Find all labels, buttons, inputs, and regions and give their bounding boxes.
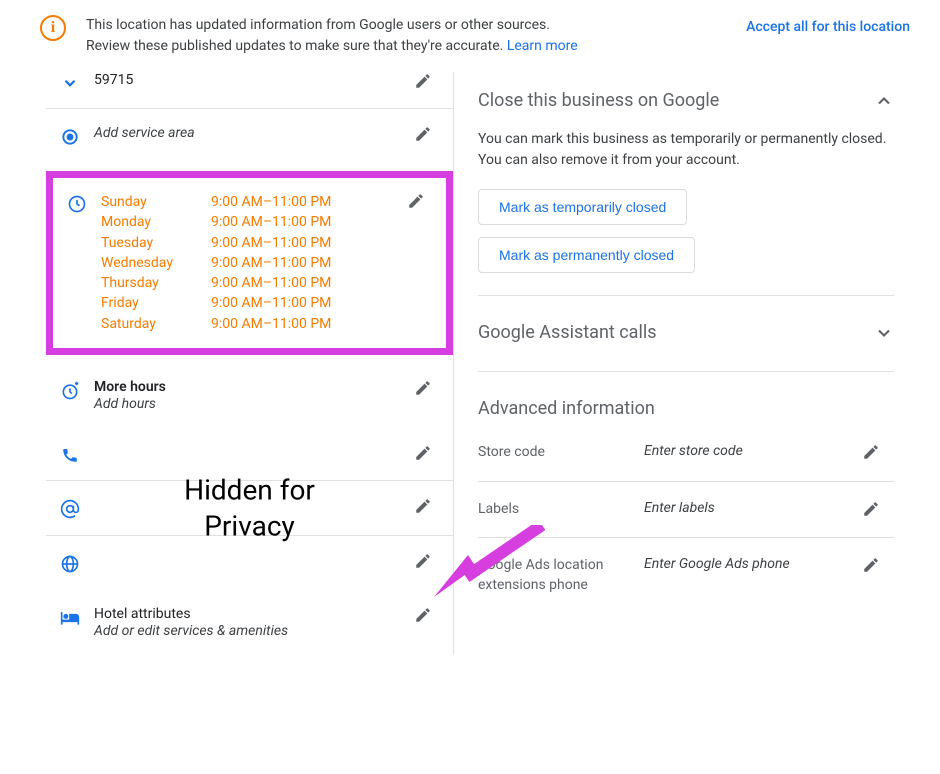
mark-temporarily-closed-button[interactable]: Mark as temporarily closed [478, 189, 687, 225]
google-assistant-section[interactable]: Google Assistant calls [478, 304, 894, 372]
store-code-label: Store code [478, 443, 644, 463]
hours-table: Sunday9:00 AM–11:00 PM Monday9:00 AM–11:… [101, 192, 398, 334]
day-hours: 9:00 AM–11:00 PM [211, 273, 398, 293]
day-hours: 9:00 AM–11:00 PM [211, 293, 398, 313]
clock-plus-icon [46, 379, 94, 401]
address-row: 59715 [46, 72, 453, 108]
learn-more-link[interactable]: Learn more [507, 38, 578, 54]
day-label: Saturday [101, 314, 211, 334]
ads-phone-row: Google Ads location extensions phone Ent… [478, 537, 894, 613]
map-pin-icon [46, 125, 94, 147]
edit-more-hours-button[interactable] [405, 379, 441, 397]
banner-message: This location has updated information fr… [86, 15, 726, 57]
day-hours: 9:00 AM–11:00 PM [211, 212, 398, 232]
close-business-heading: Close this business on Google [478, 90, 719, 111]
day-hours: 9:00 AM–11:00 PM [211, 253, 398, 273]
edit-address-button[interactable] [405, 72, 441, 90]
chevron-up-icon [874, 91, 894, 111]
info-banner: i This location has updated information … [0, 0, 940, 72]
globe-icon [46, 552, 94, 574]
day-hours: 9:00 AM–11:00 PM [211, 192, 398, 212]
sidebar-panel: Close this business on Google You can ma… [454, 72, 894, 655]
day-label: Sunday [101, 192, 211, 212]
info-icon: i [40, 15, 66, 41]
service-area-row: Add service area [46, 108, 453, 163]
labels-row: Labels Enter labels [478, 481, 894, 538]
edit-hours-button[interactable] [398, 192, 434, 334]
phone-row [46, 428, 453, 480]
edit-store-code-button[interactable] [862, 443, 894, 461]
contact-block: Hidden for Privacy [46, 428, 453, 590]
business-details-panel: 59715 Add service area Sunday9:00 A [46, 72, 454, 655]
day-label: Thursday [101, 273, 211, 293]
banner-line2: Review these published updates to make s… [86, 38, 503, 54]
accept-all-button[interactable]: Accept all for this location [746, 15, 910, 35]
banner-line1: This location has updated information fr… [86, 17, 550, 33]
close-business-section: Close this business on Google You can ma… [478, 72, 894, 296]
edit-labels-button[interactable] [862, 500, 894, 518]
at-sign-icon [46, 497, 94, 519]
edit-phone-button[interactable] [405, 444, 441, 462]
clock-icon [53, 192, 101, 334]
close-business-desc: You can mark this business as temporaril… [478, 129, 894, 171]
service-area-placeholder: Add service area [94, 125, 405, 141]
store-code-row: Store code Enter store code [478, 425, 894, 481]
day-hours: 9:00 AM–11:00 PM [211, 233, 398, 253]
store-code-value: Enter store code [644, 443, 862, 459]
hotel-bed-icon [46, 606, 94, 628]
edit-service-area-button[interactable] [405, 125, 441, 143]
more-hours-label: More hours [94, 379, 405, 395]
more-hours-row: More hours Add hours [46, 363, 453, 428]
hotel-attributes-sub: Add or edit services & amenities [94, 623, 405, 639]
mark-permanently-closed-button[interactable]: Mark as permanently closed [478, 237, 695, 273]
close-business-heading-row[interactable]: Close this business on Google [478, 72, 894, 129]
edit-website-button[interactable] [405, 552, 441, 570]
advanced-information-section: Advanced information Store code Enter st… [478, 380, 894, 613]
day-hours: 9:00 AM–11:00 PM [211, 314, 398, 334]
day-label: Wednesday [101, 253, 211, 273]
chevron-down-icon[interactable] [46, 72, 94, 92]
advanced-heading: Advanced information [478, 398, 655, 419]
hotel-attributes-label: Hotel attributes [94, 606, 405, 622]
labels-value: Enter labels [644, 500, 862, 516]
hours-highlighted-box: Sunday9:00 AM–11:00 PM Monday9:00 AM–11:… [46, 171, 453, 355]
hotel-attributes-row: Hotel attributes Add or edit services & … [46, 590, 453, 655]
more-hours-sub: Add hours [94, 396, 405, 412]
day-label: Monday [101, 212, 211, 232]
address-zip: 59715 [94, 72, 405, 88]
edit-hotel-attributes-button[interactable] [405, 606, 441, 624]
ads-phone-label: Google Ads location extensions phone [478, 556, 644, 595]
edit-ads-phone-button[interactable] [862, 556, 894, 574]
day-label: Friday [101, 293, 211, 313]
day-label: Tuesday [101, 233, 211, 253]
edit-email-button[interactable] [405, 497, 441, 515]
phone-icon [46, 444, 94, 464]
website-row [46, 535, 453, 590]
google-assistant-heading: Google Assistant calls [478, 322, 657, 343]
chevron-down-icon [874, 323, 894, 343]
labels-label: Labels [478, 500, 644, 520]
email-row [46, 480, 453, 535]
ads-phone-value: Enter Google Ads phone [644, 556, 862, 572]
